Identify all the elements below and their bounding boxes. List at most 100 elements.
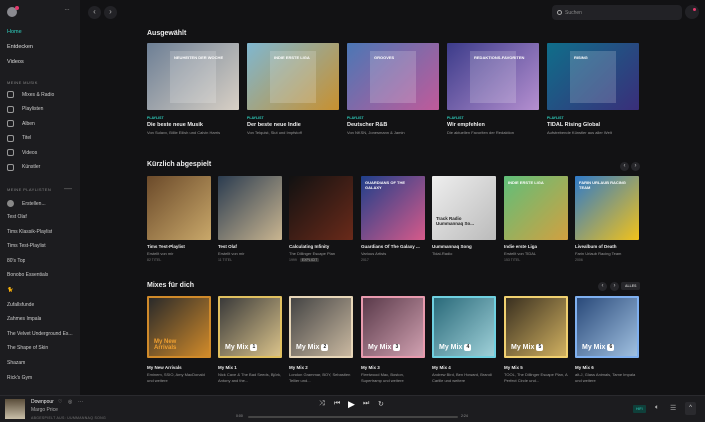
card-subtitle[interactable]: Erstellt von mir [218, 251, 282, 257]
card-artwork[interactable]: Track Radio Uummannaq So... [432, 176, 496, 240]
recent-card[interactable]: Test Olaf Erstellt von mir 11 TITEL [218, 176, 282, 262]
playlist-item[interactable]: Shazam [7, 360, 25, 366]
recent-card[interactable]: Indie Erste Liga Indie erste Liga Erstellt… [504, 176, 568, 262]
card-title[interactable]: Tims Test-Playlist [147, 244, 211, 249]
card-title[interactable]: My Mix 6 [575, 365, 639, 370]
card-title[interactable]: Uummannaq Song [432, 244, 496, 249]
profile-avatar[interactable] [7, 6, 19, 17]
more-icon[interactable]: ··· [64, 5, 70, 14]
mix-card[interactable]: My New Arrivals My New Arrivals Eminem, SS… [147, 296, 211, 384]
nav-home[interactable]: Home [7, 29, 22, 35]
mixes-all-button[interactable]: ALLES [621, 282, 641, 290]
search-input[interactable]: Suchen [552, 5, 682, 20]
mixes-next-button[interactable]: › [610, 282, 619, 291]
sidebar-item-4[interactable]: Videos [7, 149, 37, 156]
card-artwork[interactable]: My Mix 4 [432, 296, 496, 358]
card-subtitle[interactable]: Farin Urlaub Racing Team [575, 251, 639, 257]
shuffle-icon[interactable]: ⤨ [319, 400, 325, 408]
sidebar-item-1[interactable]: Playlisten [7, 105, 43, 113]
playlist-item[interactable]: Zufallsfunde [7, 302, 34, 308]
playlist-item[interactable]: 80's Top [7, 258, 25, 264]
sidebar-item-2[interactable]: Alben [7, 120, 35, 127]
card-artwork[interactable] [289, 176, 353, 240]
mix-card[interactable]: My Mix 3 My Mix 3 Fleetwood Mac, Boston, Su… [361, 296, 425, 384]
card-artwork[interactable]: Grooves [347, 43, 439, 110]
create-playlist-button[interactable]: Erstellen... [7, 200, 46, 207]
card-title[interactable]: TIDAL Rising Global [547, 122, 639, 128]
progress-bar[interactable] [248, 416, 458, 418]
card-artwork[interactable] [147, 176, 211, 240]
track-artist[interactable]: Margo Price [31, 407, 58, 413]
card-title[interactable]: Deutscher R&B [347, 122, 439, 128]
playlist-item[interactable]: Rick's Gym [7, 375, 32, 381]
card-subtitle[interactable]: Tidal-Radio [432, 251, 496, 257]
card-title[interactable]: Calculating Infinity [289, 244, 353, 249]
card-artwork[interactable]: My Mix 3 [361, 296, 425, 358]
featured-card[interactable]: Redaktions-favoriten PLAYLIST Wir empfehle… [447, 43, 539, 136]
mix-card[interactable]: My Mix 6 My Mix 6 alt-J, Glass Animals, Tam… [575, 296, 639, 384]
volume-icon[interactable]: 🔈︎ [655, 404, 659, 412]
card-artwork[interactable]: Indie Erste Liga [247, 43, 339, 110]
card-artwork[interactable]: My Mix 6 [575, 296, 639, 358]
card-artwork[interactable]: Farin Urlaub Racing Team [575, 176, 639, 240]
nav-videos[interactable]: Videos [7, 59, 24, 65]
recent-next-button[interactable]: › [631, 162, 640, 171]
featured-card[interactable]: Rising PLAYLIST TIDAL Rising Global Aufstre… [547, 43, 639, 136]
repeat-icon[interactable]: ↻ [378, 400, 384, 408]
recent-card[interactable]: Calculating Infinity The Dillinger Escape… [289, 176, 353, 262]
featured-card[interactable]: Neuheiten der Woche PLAYLIST Die beste neu… [147, 43, 239, 136]
card-artwork[interactable]: Neuheiten der Woche [147, 43, 239, 110]
card-title[interactable]: My New Arrivals [147, 365, 211, 370]
card-artwork[interactable] [218, 176, 282, 240]
card-title[interactable]: My Mix 4 [432, 365, 496, 370]
quality-badge[interactable]: HIFI [633, 405, 646, 413]
recent-card[interactable]: Track Radio Uummannaq So... Uummannaq Son… [432, 176, 496, 257]
recent-card[interactable]: Farin Urlaub Racing Team Livealbum of Dea… [575, 176, 639, 262]
featured-card[interactable]: Indie Erste Liga PLAYLIST Der beste neue I… [247, 43, 339, 136]
recent-card[interactable]: Guardians of the Galaxy Guardians Of The … [361, 176, 425, 262]
mix-icon[interactable]: ◎ [68, 399, 72, 405]
previous-icon[interactable]: ⏮ [334, 400, 340, 408]
sidebar-item-3[interactable]: Titel [7, 134, 31, 142]
queue-icon[interactable]: ☰ [670, 404, 676, 412]
card-artwork[interactable]: My Mix 2 [289, 296, 353, 358]
card-artwork[interactable]: Guardians of the Galaxy [361, 176, 425, 240]
card-title[interactable]: My Mix 2 [289, 365, 353, 370]
playlist-item[interactable]: 🐈 [7, 287, 13, 293]
heart-icon[interactable]: ♡ [58, 399, 62, 405]
card-title[interactable]: Der beste neue Indie [247, 122, 339, 128]
card-title[interactable]: Guardians Of The Galaxy ... [361, 244, 425, 249]
mix-card[interactable]: My Mix 4 My Mix 4 Andrew Bird, Ben Howard, … [432, 296, 496, 384]
playlist-item[interactable]: Bonobo Essentials [7, 272, 48, 278]
next-icon[interactable]: ⏭ [363, 400, 369, 408]
card-artwork[interactable]: Redaktions-favoriten [447, 43, 539, 110]
featured-card[interactable]: Grooves PLAYLIST Deutscher R&B Von NKSN, Jo… [347, 43, 439, 136]
card-artwork[interactable]: Rising [547, 43, 639, 110]
card-title[interactable]: My Mix 1 [218, 365, 282, 370]
forward-button[interactable]: › [104, 6, 117, 19]
card-subtitle[interactable]: Various Artists [361, 251, 425, 257]
mix-card[interactable]: My Mix 1 My Mix 1 Nick Cave & The Bad Seeds… [218, 296, 282, 384]
card-artwork[interactable]: My Mix 5 [504, 296, 568, 358]
card-title[interactable]: My Mix 3 [361, 365, 425, 370]
played-from[interactable]: ABGESPIELT AUS: UUMMANNAQ SONG [31, 416, 106, 420]
card-title[interactable]: Livealbum of Death [575, 244, 639, 249]
playlist-item[interactable]: Tims Klassik-Playlist [7, 229, 52, 235]
add-playlist-icon[interactable]: — [64, 184, 72, 193]
back-button[interactable]: ‹ [88, 6, 101, 19]
card-title[interactable]: Wir empfehlen [447, 122, 539, 128]
sidebar-item-0[interactable]: Mixes & Radio [7, 91, 54, 98]
track-title[interactable]: Downpour [31, 399, 54, 405]
card-title[interactable]: Indie erste Liga [504, 244, 568, 249]
card-artwork[interactable]: My Mix 1 [218, 296, 282, 358]
card-subtitle[interactable]: The Dillinger Escape Plan [289, 251, 353, 257]
now-playing-cover[interactable] [5, 399, 25, 419]
card-artwork[interactable]: Indie Erste Liga [504, 176, 568, 240]
mix-card[interactable]: My Mix 5 My Mix 5 TOOL, The Dillinger Escap… [504, 296, 568, 384]
play-icon[interactable]: ▶ [348, 399, 355, 410]
sidebar-item-5[interactable]: Künstler [7, 163, 40, 171]
card-title[interactable]: Die beste neue Musik [147, 122, 239, 128]
more-icon[interactable]: ··· [78, 399, 83, 405]
card-artwork[interactable]: My New Arrivals [147, 296, 211, 358]
card-subtitle[interactable]: Erstellt von mir [147, 251, 211, 257]
